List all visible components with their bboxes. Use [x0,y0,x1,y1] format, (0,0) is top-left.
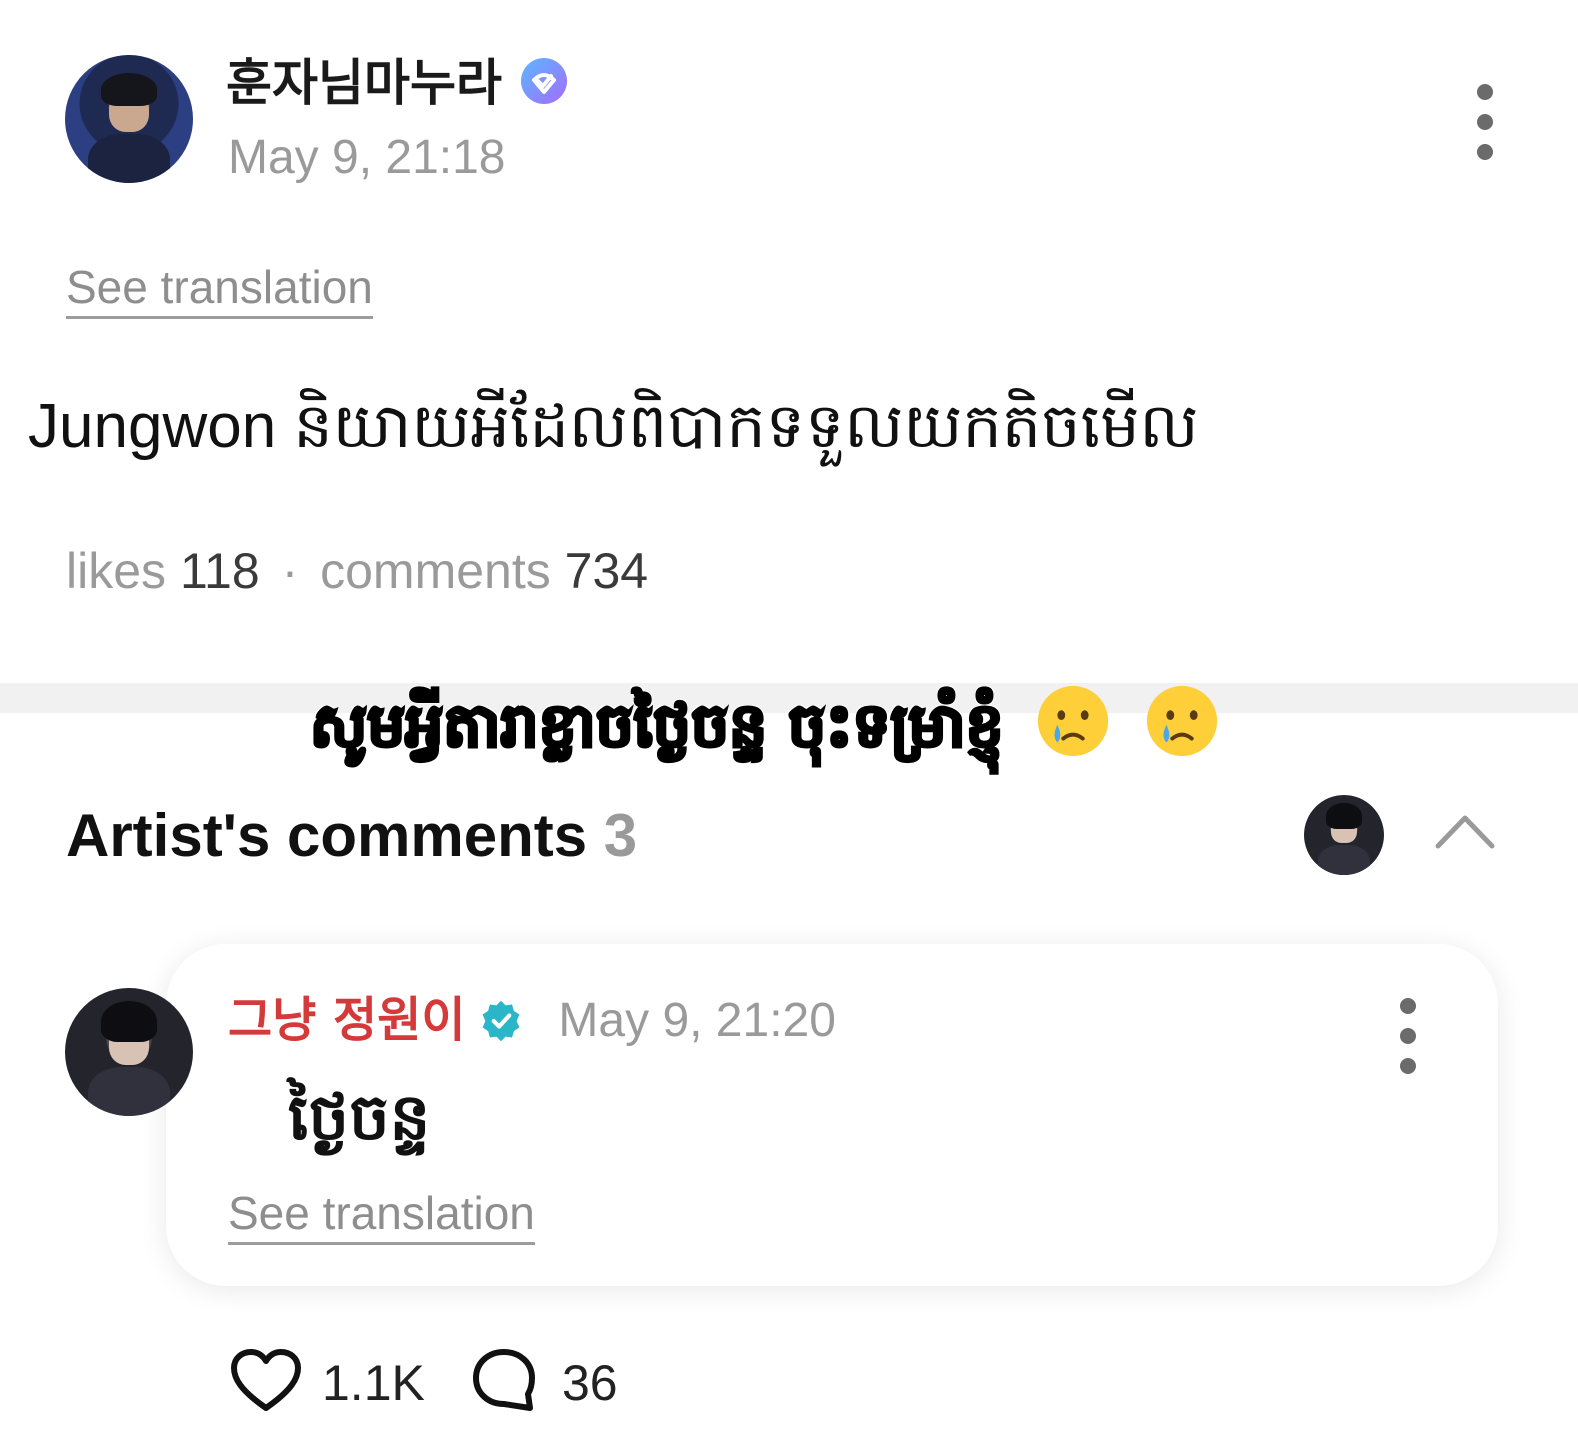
reply-count: 36 [562,1355,618,1411]
crying-face-emoji-icon [1038,685,1109,757]
heart-icon[interactable] [230,1348,302,1414]
avatar-hair [1326,803,1362,829]
comment-text: ថ្ងៃចន្ទ [288,1080,431,1155]
verified-badge-icon [521,58,568,104]
like-count: 1.1K [322,1355,425,1411]
comment-header: 그냥 정원이 May 9, 21:20 [228,996,836,1045]
artist-avatar[interactable] [1304,795,1384,875]
artist-verified-badge-icon [482,1000,520,1042]
artist-comments-title: Artist's comments 3 [66,806,637,866]
comments-label: comments [320,543,551,599]
comment-see-translation-link[interactable]: See translation [228,1190,535,1245]
avatar-figure [1318,844,1370,875]
post-author-name-row[interactable]: 훈자님마누라 [226,56,569,108]
comments-count[interactable]: 734 [565,543,648,599]
avatar-hair [100,72,158,107]
comment-author-name[interactable]: 그냥 정원이 [228,992,466,1048]
overlay-caption: សូមអ្វីតារាខ្លាចថ្ងៃចន្ទ ចុះទម្រាំខ្ញុំ [309,682,1221,761]
crying-face-emoji-icon [1147,685,1218,757]
artist-comments-label: Artist's comments [66,802,588,869]
chevron-up-icon[interactable] [1434,808,1496,852]
overlay-caption-text: សូមអ្វីតារាខ្លាចថ្ងៃចន្ទ ចុះទម្រាំខ្ញុំ [309,691,1006,761]
stats-separator: · [281,543,299,599]
comment-timestamp: May 9, 21:20 [558,994,836,1047]
comment-more-options-icon[interactable] [1397,998,1419,1074]
post-see-translation-link[interactable]: See translation [66,264,373,319]
reply-icon[interactable] [470,1346,538,1414]
post-author-name[interactable]: 훈자님마누라 [226,54,502,112]
avatar-figure [88,1067,170,1116]
likes-label: likes [66,543,167,599]
artist-comments-count: 3 [603,802,638,869]
post-stats: likes 118 · comments 734 [66,546,648,596]
avatar-hair [100,1000,158,1042]
comment-author-avatar[interactable] [65,988,193,1116]
post-timestamp: May 9, 21:18 [228,131,506,184]
likes-count[interactable]: 118 [180,543,260,599]
avatar-figure [88,134,170,183]
post-author-avatar[interactable] [65,55,193,183]
post-more-options-icon[interactable] [1474,84,1496,160]
post-text: Jungwon និយាយអីដែលពិបាកទទួលយកតិចមើល [28,392,1199,461]
